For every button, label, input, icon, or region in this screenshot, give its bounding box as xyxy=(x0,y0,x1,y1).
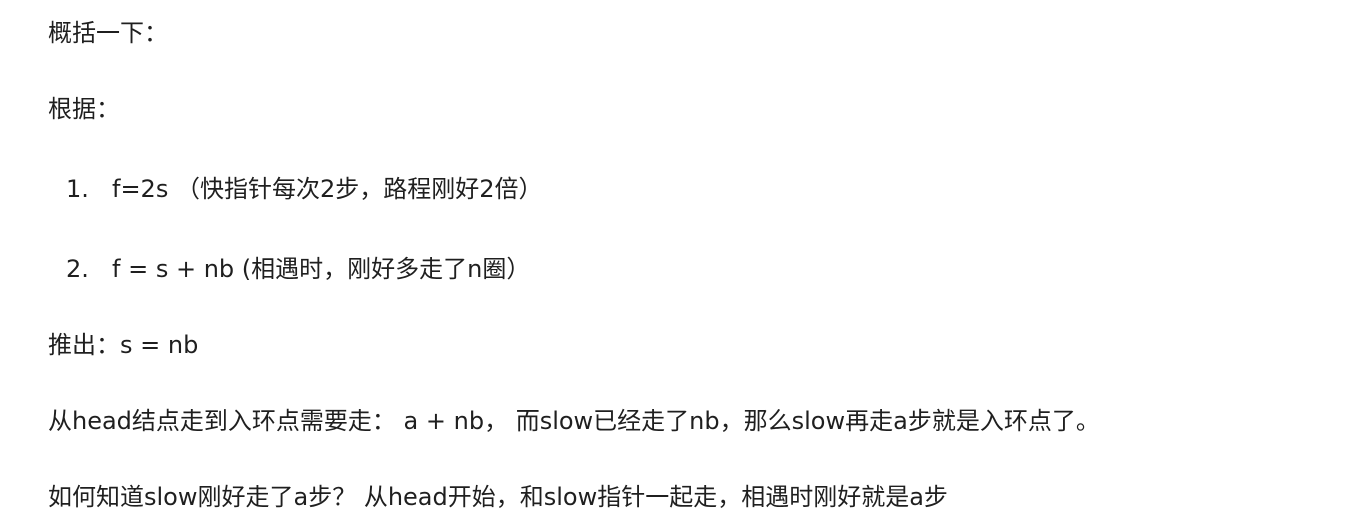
how-paragraph: 如何知道slow刚好走了a步？ 从head开始，和slow指针一起走，相遇时刚好… xyxy=(48,483,948,511)
list-item: 1. f=2s （快指针每次2步，路程刚好2倍） xyxy=(66,172,543,206)
list-item: 2. f = s + nb (相遇时，刚好多走了n圈） xyxy=(66,252,530,286)
list-item-text: f = s + nb (相遇时，刚好多走了n圈） xyxy=(112,255,531,283)
list-item-text: f=2s （快指针每次2步，路程刚好2倍） xyxy=(112,175,543,203)
derivation-paragraph: 推出：s = nb xyxy=(48,331,199,359)
document-body: 概括一下： 根据： 1. f=2s （快指针每次2步，路程刚好2倍） 2. f … xyxy=(0,0,1352,526)
path-paragraph: 从head结点走到入环点需要走： a + nb， 而slow已经走了nb，那么s… xyxy=(48,407,1100,435)
basis-heading: 根据： xyxy=(48,95,120,123)
list-marker: 2. xyxy=(66,255,89,283)
summary-heading: 概括一下： xyxy=(48,19,168,47)
list-marker: 1. xyxy=(66,175,89,203)
